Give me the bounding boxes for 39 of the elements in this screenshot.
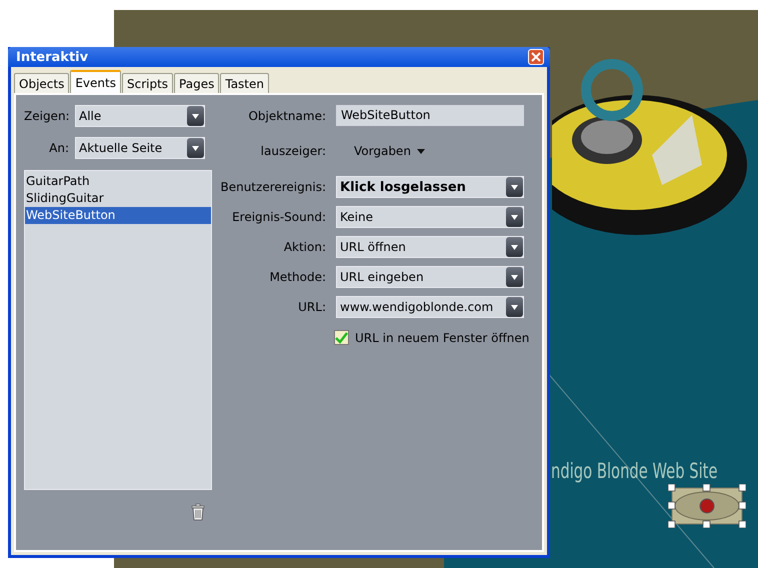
canvas-caption: ndigo Blonde Web Site [551,459,718,483]
dropdown-value: www.wendigoblonde.com [340,300,494,314]
checkbox[interactable] [334,330,349,345]
dropdown[interactable]: URL öffnen [336,236,524,258]
menu-button[interactable]: Vorgaben [354,144,425,158]
dropdown-value: Keine [340,210,374,224]
list-item[interactable]: SlidingGuitar [25,190,211,207]
trash-icon[interactable] [191,503,205,521]
tab[interactable]: Scripts [122,73,174,93]
field-label: An: [48,141,69,155]
dropdown-value: URL öffnen [340,240,407,254]
field-label: Methode: [268,270,326,284]
dropdown[interactable]: Klick losgelassen [336,176,524,198]
field-label: URL: [297,300,326,314]
field-label: Zeigen: [24,109,69,123]
dropdown-value: Klick losgelassen [340,180,467,194]
tab[interactable]: Events [70,70,121,93]
tab[interactable]: Tasten [220,73,270,93]
field-label: Aktion: [282,240,326,254]
web-button-drawing[interactable] [668,484,746,528]
field-label: lauszeiger: [260,144,326,158]
window-title: Interaktiv [16,50,88,64]
field-label: Objektname: [247,108,326,122]
dropdown[interactable]: Keine [336,206,524,228]
dropdown[interactable]: Alle [75,105,205,127]
caret-icon [416,148,425,154]
field-label: Benutzerereignis: [220,180,326,194]
dropdown-value: URL eingeben [340,270,425,284]
dropdown[interactable]: Aktuelle Seite [75,137,205,159]
list-item[interactable]: WebSiteButton [25,207,211,224]
list-item[interactable]: GuitarPath [25,173,211,190]
dropdown[interactable]: URL eingeben [336,266,524,288]
close-button[interactable] [528,49,544,65]
text-field[interactable]: WebSiteButton [336,105,524,126]
tab[interactable]: Objects [14,73,70,93]
checkbox-label: URL in neuem Fenster öffnen [355,330,530,344]
tab[interactable]: Pages [174,73,220,93]
dropdown[interactable]: www.wendigoblonde.com [336,296,524,318]
field-label: Ereignis-Sound: [231,210,326,224]
